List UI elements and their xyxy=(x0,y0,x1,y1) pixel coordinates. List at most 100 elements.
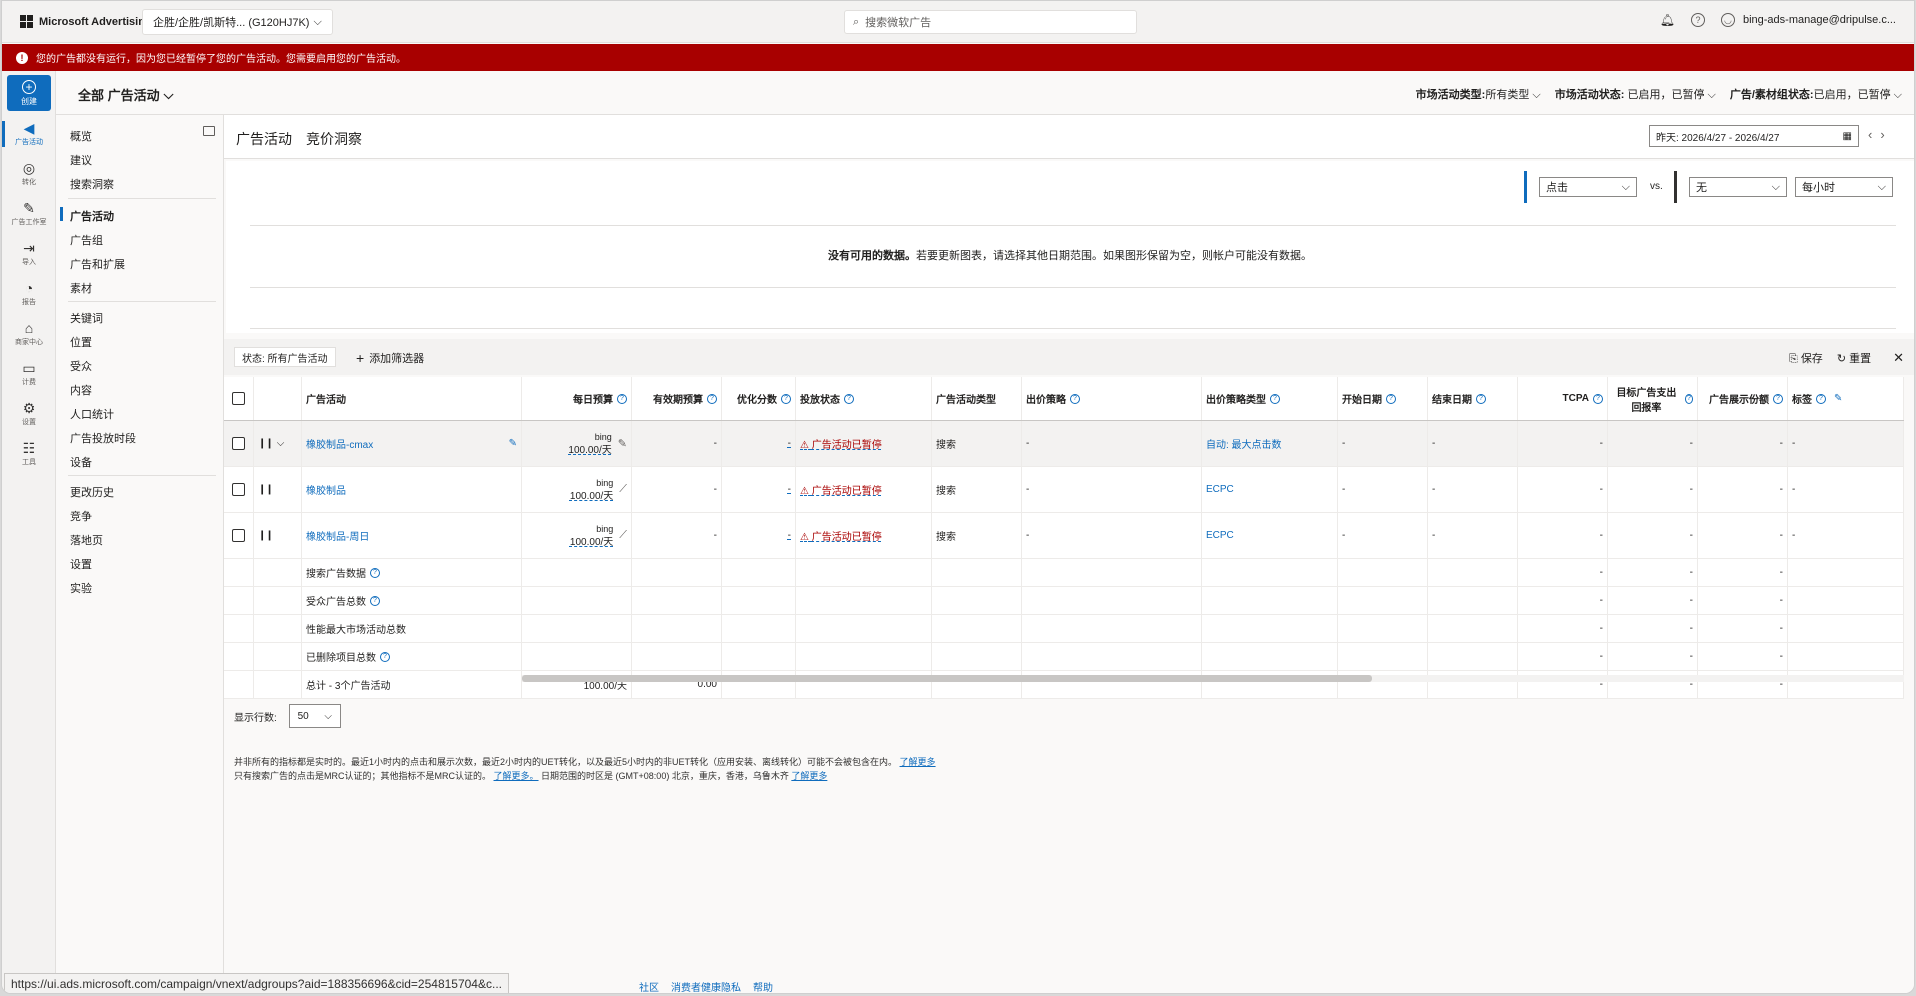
help-icon[interactable]: ? xyxy=(781,393,791,404)
bid-strategy-type[interactable]: ECPC xyxy=(1206,530,1234,541)
help-icon[interactable]: ? xyxy=(380,651,390,662)
brand-logo[interactable]: Microsoft Advertising xyxy=(20,15,152,28)
daily-budget[interactable]: bing 100.00/天 xyxy=(570,477,613,503)
column-header-share[interactable]: 广告展示份额? xyxy=(1698,377,1788,420)
rail-item-campaigns[interactable]: ◀ 广告活动 xyxy=(2,115,56,153)
horizontal-scrollbar[interactable] xyxy=(522,675,1904,682)
rail-item-tools[interactable]: ☷ 工具 xyxy=(2,435,56,473)
delivery-status[interactable]: ⚠ 广告活动已暂停 xyxy=(800,528,882,543)
learn-more-link[interactable]: 了解更多。 xyxy=(494,771,539,781)
add-filter-button[interactable]: + 添加筛选器 xyxy=(356,350,424,366)
budget-chart-icon[interactable]: ✎ xyxy=(618,437,627,450)
budget-chart-icon[interactable]: ⟋ xyxy=(619,529,627,542)
adgroup-status-filter[interactable]: 广告/素材组状态:已启用，已暂停 ⌵ xyxy=(1730,86,1902,102)
interval-dropdown[interactable]: 每小时 ⌵ xyxy=(1795,177,1893,197)
daily-budget[interactable]: bing 100.00/天 xyxy=(568,431,611,457)
sidebar-item-ads-extensions[interactable]: 广告和扩展 xyxy=(70,256,125,272)
sidebar-item-assets[interactable]: 素材 xyxy=(70,280,92,296)
column-header-tcpa[interactable]: TCPA? xyxy=(1518,377,1608,420)
close-icon[interactable]: ✕ xyxy=(1893,350,1904,366)
edit-icon[interactable]: ✎ xyxy=(509,438,517,449)
scrollbar-thumb[interactable] xyxy=(522,675,1372,682)
status-filter-chip[interactable]: 状态: 所有广告活动 xyxy=(234,347,336,367)
sidebar-item-ad-groups[interactable]: 广告组 xyxy=(70,232,103,248)
help-icon[interactable]: ? xyxy=(370,567,380,578)
sidebar-item-locations[interactable]: 位置 xyxy=(70,334,92,350)
search-box[interactable]: ⌕ 搜索微软广告 xyxy=(844,10,1137,34)
campaign-status-filter[interactable]: 市场活动状态: 已启用，已暂停 ⌵ xyxy=(1555,86,1716,102)
column-header-bid[interactable]: 出价策略? xyxy=(1022,377,1202,420)
help-icon[interactable]: ? xyxy=(1270,393,1280,404)
column-header-type[interactable]: 广告活动类型 xyxy=(932,377,1022,420)
sidebar-item-experiments[interactable]: 实验 xyxy=(70,580,92,596)
row-checkbox[interactable] xyxy=(232,483,245,496)
sidebar-item-recommendations[interactable]: 建议 xyxy=(70,152,92,168)
budget-value[interactable]: 100.00/天 xyxy=(570,490,613,503)
budget-value[interactable]: 100.00/天 xyxy=(570,536,613,549)
reset-filter-button[interactable]: ↻ 重置 xyxy=(1837,350,1871,366)
sidebar-item-devices[interactable]: 设备 xyxy=(70,454,92,470)
sidebar-item-settings[interactable]: 设置 xyxy=(70,556,92,572)
date-range-picker[interactable]: 昨天: 2026/4/27 - 2026/4/27 ▦ xyxy=(1649,125,1859,147)
metric1-dropdown[interactable]: 点击 ⌵ xyxy=(1539,177,1637,197)
learn-more-link[interactable]: 了解更多 xyxy=(791,771,827,781)
campaign-type-filter[interactable]: 市场活动类型:所有类型 ⌵ xyxy=(1416,86,1541,102)
collapse-panel-icon[interactable] xyxy=(203,126,215,136)
chevron-down-icon[interactable]: ⌵ xyxy=(277,438,285,449)
optimization-score[interactable]: - xyxy=(788,438,791,449)
footer-link-community[interactable]: 社区 xyxy=(639,979,659,993)
save-filter-button[interactable]: ⎘ 保存 xyxy=(1789,350,1823,366)
help-icon[interactable]: ? xyxy=(1070,393,1080,404)
optimization-score[interactable]: - xyxy=(788,530,791,541)
help-icon[interactable]: ? xyxy=(1684,393,1693,404)
sidebar-item-demographics[interactable]: 人口统计 xyxy=(70,406,114,422)
sidebar-item-campaigns[interactable]: 广告活动 xyxy=(70,208,114,224)
date-nav-arrows[interactable]: ‹› xyxy=(1868,127,1893,142)
budget-chart-icon[interactable]: ⟋ xyxy=(619,483,627,496)
campaign-name-link[interactable]: 橡胶制品 xyxy=(306,482,346,497)
column-header-budget[interactable]: 每日预算? xyxy=(522,377,632,420)
table-cell-name[interactable]: 橡胶制品 xyxy=(302,467,522,512)
account-selector[interactable]: 企胜/企胜/凯斯特... (G120HJ7K) ⌵ xyxy=(142,9,333,35)
campaign-name-link[interactable]: 橡胶制品-cmax xyxy=(306,436,373,451)
help-icon[interactable]: ? xyxy=(1476,393,1486,404)
bid-strategy-type[interactable]: 自动: 最大点击数 xyxy=(1206,436,1282,451)
sidebar-item-change-history[interactable]: 更改历史 xyxy=(70,484,114,500)
help-icon[interactable]: ? xyxy=(1690,13,1705,27)
user-email[interactable]: bing-ads-manage@dripulse.c... xyxy=(1743,14,1896,26)
footer-link-help[interactable]: 帮助 xyxy=(753,979,773,993)
help-icon[interactable]: ? xyxy=(1386,393,1396,404)
pause-status-icon[interactable]: ❙❙ xyxy=(258,484,274,495)
optimization-score[interactable]: - xyxy=(788,484,791,495)
create-button[interactable]: + 创建 xyxy=(7,75,51,111)
notification-bell-icon[interactable]: 🔔︎ xyxy=(1660,13,1675,27)
help-icon[interactable]: ? xyxy=(617,393,627,404)
help-icon[interactable]: ? xyxy=(370,595,380,606)
edit-columns-icon[interactable]: ✎ xyxy=(1834,393,1842,404)
column-header-opt[interactable]: 优化分数? xyxy=(722,377,796,420)
learn-more-link[interactable]: 了解更多 xyxy=(900,757,936,767)
rail-item-reports[interactable]: ◔ 报告 xyxy=(2,275,56,313)
sidebar-item-search-insights[interactable]: 搜索洞察 xyxy=(70,176,114,192)
row-checkbox[interactable] xyxy=(232,437,245,450)
help-icon[interactable]: ? xyxy=(1773,393,1783,404)
sidebar-item-keywords[interactable]: 关键词 xyxy=(70,310,103,326)
rail-item-import[interactable]: ⇥ 导入 xyxy=(2,235,56,273)
sidebar-item-overview[interactable]: 概览 xyxy=(70,128,92,144)
rail-item-conversions[interactable]: ◎ 转化 xyxy=(2,155,56,193)
table-cell-name[interactable]: 橡胶制品-cmax ✎ xyxy=(302,421,522,466)
column-header-roas[interactable]: 目标广告支出回报率? xyxy=(1608,377,1698,420)
help-icon[interactable]: ? xyxy=(1816,393,1826,404)
rail-item-settings[interactable]: ⚙ 设置 xyxy=(2,395,56,433)
rail-item-merchant-center[interactable]: ⌂ 商家中心 xyxy=(2,315,56,353)
column-header-eff[interactable]: 有效期预算? xyxy=(632,377,722,420)
pause-status-icon[interactable]: ❙❙ xyxy=(258,530,274,541)
tab-auction-insights[interactable]: 竞价洞察 xyxy=(306,129,362,149)
footer-link-health-privacy[interactable]: 消费者健康隐私 xyxy=(671,979,741,993)
help-icon[interactable]: ? xyxy=(1593,393,1603,404)
campaign-name-link[interactable]: 橡胶制品-周日 xyxy=(306,528,369,543)
column-header-delivery[interactable]: 投放状态? xyxy=(796,377,932,420)
budget-value[interactable]: 100.00/天 xyxy=(568,444,611,457)
rows-per-page-select[interactable]: 50 ⌵ xyxy=(288,704,341,728)
column-header-bid_type[interactable]: 出价策略类型? xyxy=(1202,377,1338,420)
